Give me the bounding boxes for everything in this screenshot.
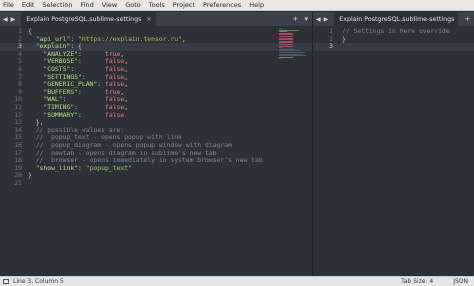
right-nav-arrows: ◀ ▶ (313, 12, 334, 26)
menu-find[interactable]: Find (80, 1, 93, 9)
close-icon[interactable]: × (146, 15, 151, 23)
cursor-position: Line 3, Column 5 (13, 278, 64, 285)
code-line: "SUMMARY": false (43, 110, 125, 119)
left-editor-pane[interactable]: 1 2 3 4 5 6 7 8 9 10 11 12 13 14 15 16 1… (0, 26, 312, 276)
status-bar: Line 3, Column 5 Tab Size: 4 JSON (0, 276, 474, 286)
menu-selection[interactable]: Selection (42, 1, 72, 9)
add-tab-icon[interactable]: + (464, 15, 470, 23)
code-area[interactable]: { "api_url": "https://explain.tensor.ru"… (28, 27, 263, 188)
code-line: // Settings in here override (342, 27, 450, 35)
tab-title: Explain PostgreSQL.sublime-settings (339, 15, 455, 23)
left-tab-bar: ◀ ▶ Explain PostgreSQL.sublime-settings … (0, 12, 312, 26)
panel-toggle-icon[interactable] (3, 279, 9, 284)
nav-forward-icon[interactable]: ▶ (11, 16, 16, 23)
line-number-current: 3 (329, 42, 333, 51)
right-tab-actions: + ▾ (458, 15, 474, 23)
tab-left-settings[interactable]: Explain PostgreSQL.sublime-settings × (21, 12, 156, 26)
tab-title: Explain PostgreSQL.sublime-settings (26, 15, 142, 23)
code-area[interactable]: // Settings in here override} (342, 27, 450, 51)
status-right: Tab Size: 4 JSON (381, 278, 474, 285)
menu-view[interactable]: View (102, 1, 117, 9)
menu-preferences[interactable]: Preferences (203, 1, 241, 9)
code-line: "show_link": "popup_text" (35, 163, 132, 172)
right-tab-bar: ◀ ▶ Explain PostgreSQL.sublime-settings … (313, 12, 474, 26)
menu-edit[interactable]: Edit (22, 1, 35, 9)
tab-list-icon[interactable]: ▾ (304, 15, 308, 23)
menu-bar: File Edit Selection Find View Goto Tools… (0, 0, 474, 11)
nav-back-icon[interactable]: ◀ (3, 16, 8, 23)
line-number: 21 (14, 178, 22, 187)
code-line: } (28, 171, 32, 180)
sublime-window: File Edit Selection Find View Goto Tools… (0, 0, 474, 286)
right-editor-pane[interactable]: 1 2 3 // Settings in here override} (313, 26, 474, 276)
nav-forward-icon[interactable]: ▶ (324, 16, 329, 23)
menu-project[interactable]: Project (173, 1, 195, 9)
left-nav-arrows: ◀ ▶ (0, 12, 21, 26)
add-tab-icon[interactable]: + (293, 15, 299, 23)
line-number-gutter: 1 2 3 4 5 6 7 8 9 10 11 12 13 14 15 16 1… (0, 27, 22, 187)
nav-back-icon[interactable]: ◀ (316, 16, 321, 23)
menu-tools[interactable]: Tools (149, 1, 165, 9)
left-tab-actions: + ▾ (287, 15, 312, 23)
minimap[interactable] (279, 28, 307, 68)
syntax-selector[interactable]: JSON (453, 278, 468, 285)
code-line: } (342, 34, 346, 43)
menu-help[interactable]: Help (249, 1, 264, 9)
menu-file[interactable]: File (3, 1, 14, 9)
tab-right-settings[interactable]: Explain PostgreSQL.sublime-settings (334, 12, 459, 26)
line-number-gutter: 1 2 3 (313, 27, 333, 51)
tab-size-selector[interactable]: Tab Size: 4 (401, 278, 433, 285)
menu-goto[interactable]: Goto (125, 1, 141, 9)
